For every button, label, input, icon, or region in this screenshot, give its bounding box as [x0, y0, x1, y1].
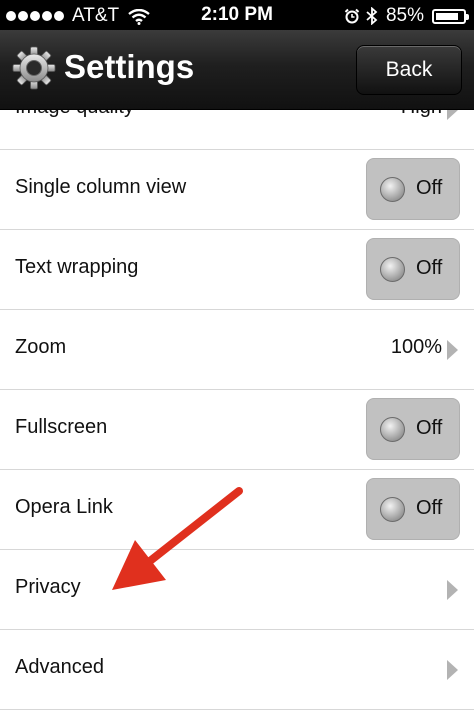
page-title: Settings	[64, 48, 195, 85]
bluetooth-icon	[366, 7, 378, 25]
gear-icon	[12, 46, 56, 90]
setting-row-image-quality[interactable]: Image quality High	[0, 110, 474, 150]
setting-row-zoom[interactable]: Zoom 100%	[0, 310, 474, 390]
alarm-icon	[344, 8, 360, 24]
setting-label: Zoom	[15, 336, 67, 358]
chevron-right-icon	[447, 340, 458, 360]
app-header: Settings Back	[0, 30, 474, 110]
setting-row-advanced[interactable]: Advanced	[0, 630, 474, 710]
battery-percent: 85%	[385, 5, 424, 26]
chevron-right-icon	[447, 660, 458, 680]
back-button[interactable]: Back	[356, 45, 462, 95]
setting-row-single-column-view[interactable]: Single column view Off	[0, 150, 474, 230]
setting-label: Fullscreen	[15, 416, 108, 438]
battery-fill	[436, 12, 459, 20]
setting-label: Advanced	[15, 656, 104, 678]
chevron-right-icon	[447, 110, 458, 120]
toggle-knob-icon	[380, 497, 405, 522]
toggle-knob-icon	[380, 417, 405, 442]
setting-label: Single column view	[15, 176, 187, 198]
settings-list[interactable]: Image quality High Single column view Of…	[0, 110, 474, 711]
toggle-state: Off	[416, 417, 443, 439]
toggle-knob-icon	[380, 257, 405, 282]
setting-row-text-wrapping[interactable]: Text wrapping Off	[0, 230, 474, 310]
setting-label: Privacy	[15, 576, 81, 598]
setting-row-fullscreen[interactable]: Fullscreen Off	[0, 390, 474, 470]
setting-value: 100%	[390, 336, 442, 358]
chevron-right-icon	[447, 580, 458, 600]
fullscreen-toggle[interactable]: Off	[366, 398, 460, 460]
toggle-state: Off	[416, 497, 443, 519]
battery-icon	[432, 8, 469, 24]
status-right: 85%	[344, 5, 469, 27]
setting-value: High	[401, 110, 442, 119]
opera-link-toggle[interactable]: Off	[366, 478, 460, 540]
setting-label: Text wrapping	[15, 256, 139, 278]
toggle-state: Off	[416, 257, 443, 279]
toggle-state: Off	[416, 177, 443, 199]
status-bar: AT&T 2:10 PM 85%	[0, 0, 474, 30]
single-column-toggle[interactable]: Off	[366, 158, 460, 220]
text-wrapping-toggle[interactable]: Off	[366, 238, 460, 300]
setting-row-opera-link[interactable]: Opera Link Off	[0, 470, 474, 550]
setting-label: Image quality	[15, 110, 134, 119]
setting-label: Opera Link	[15, 496, 113, 518]
toggle-knob-icon	[380, 177, 405, 202]
setting-row-privacy[interactable]: Privacy	[0, 550, 474, 630]
